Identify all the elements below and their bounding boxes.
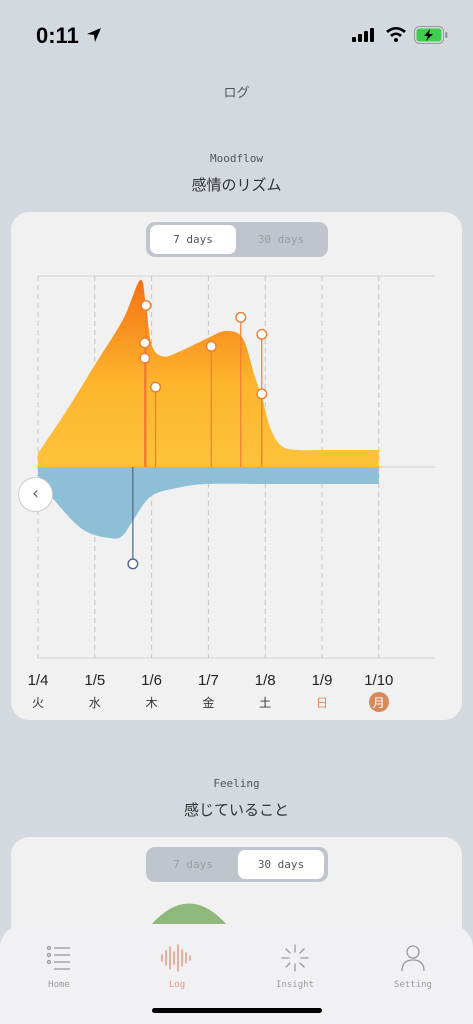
x-tick-date: 1/6 bbox=[141, 672, 163, 689]
negative-marker-point bbox=[127, 558, 139, 570]
status-bar: 0:11 bbox=[0, 0, 473, 70]
x-tick-weekday: 火 bbox=[31, 696, 44, 710]
x-tick-date: 1/10 bbox=[364, 672, 394, 689]
battery-charging-icon bbox=[414, 26, 448, 44]
positive-marker-point bbox=[205, 340, 217, 352]
feeling-title: 感じていること bbox=[183, 801, 289, 819]
status-time: 0:11 bbox=[36, 23, 79, 48]
x-tick-date: 1/8 bbox=[254, 672, 276, 689]
moodflow-subtitle: Moodflow bbox=[210, 152, 263, 165]
home-indicator bbox=[152, 1008, 322, 1013]
x-tick-weekday: 土 bbox=[259, 696, 272, 710]
feeling-subtitle: Feeling bbox=[213, 777, 260, 790]
moodflow-card: 7 days 30 days 1/4 火 1/5 水 1/6 木 1/7 金 1/8 土 1/9 日 1… bbox=[11, 212, 462, 720]
x-tick-weekday: 月 bbox=[372, 696, 385, 710]
x-tick-date: 1/9 bbox=[311, 672, 333, 689]
tab-log[interactable]: Log bbox=[147, 944, 207, 990]
x-tick-date: 1/7 bbox=[197, 672, 219, 689]
positive-marker-point bbox=[139, 352, 151, 364]
positive-marker-point bbox=[139, 337, 151, 349]
tab-home-label: Home bbox=[48, 980, 70, 990]
x-tick-weekday: 水 bbox=[88, 696, 101, 710]
list-icon bbox=[46, 945, 70, 970]
location-arrow-icon bbox=[87, 28, 101, 42]
tab-home[interactable]: Home bbox=[29, 944, 89, 990]
page-title: ログ bbox=[223, 86, 250, 101]
x-tick-weekday: 日 bbox=[315, 696, 328, 710]
tab-setting[interactable]: Setting bbox=[383, 944, 443, 990]
tab-setting-label: Setting bbox=[394, 980, 432, 990]
positive-marker-point bbox=[235, 311, 247, 323]
tab-insight-label: Insight bbox=[276, 980, 314, 990]
wifi-icon bbox=[386, 27, 406, 42]
tab-insight[interactable]: Insight bbox=[265, 944, 325, 990]
tab-log-label: Log bbox=[168, 980, 186, 990]
x-tick-date: 1/5 bbox=[84, 672, 106, 689]
x-tick-weekday: 木 bbox=[145, 696, 158, 710]
waveform-icon bbox=[161, 944, 191, 972]
x-tick-date: 1/4 bbox=[27, 672, 49, 689]
person-icon bbox=[401, 945, 425, 972]
moodflow-title: 感情のリズム bbox=[191, 176, 282, 194]
moodflow-chart bbox=[37, 275, 435, 659]
signal-icon bbox=[352, 28, 374, 42]
chart-back-button[interactable]: ‹ bbox=[18, 477, 53, 512]
sparkle-icon bbox=[281, 944, 309, 972]
positive-marker-point bbox=[140, 299, 152, 311]
positive-marker-point bbox=[256, 388, 268, 400]
positive-marker-point bbox=[256, 328, 268, 340]
positive-marker-point bbox=[150, 381, 162, 393]
x-tick-weekday: 金 bbox=[202, 696, 215, 710]
